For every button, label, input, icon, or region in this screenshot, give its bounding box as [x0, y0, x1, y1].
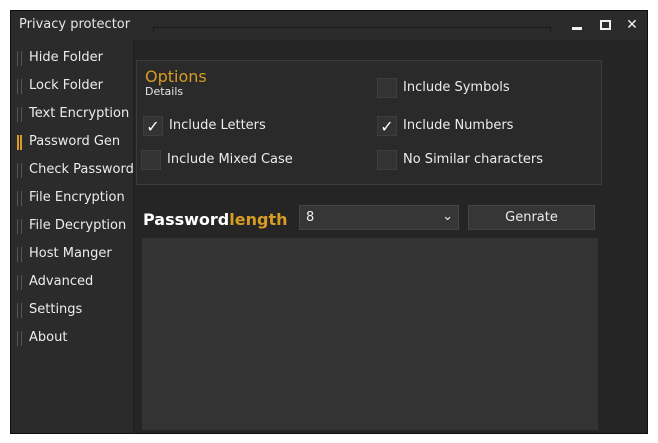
title-bar-decoration	[153, 27, 551, 33]
sidebar-item-label: Text Encryption	[29, 106, 130, 121]
sidebar-item-label: Settings	[29, 302, 83, 317]
options-group: Options Details ✓ Include Letters Includ…	[136, 60, 602, 185]
password-length-label: Passwordlength	[143, 210, 287, 229]
password-length-label-part2: length	[229, 210, 288, 229]
nav-indicator-icon	[17, 163, 22, 178]
checkmark-icon: ✓	[143, 116, 163, 136]
sidebar-item-label: Advanced	[29, 274, 94, 289]
password-length-select[interactable]: 8 ⌄	[299, 205, 459, 230]
sidebar-item-label: About	[29, 330, 68, 345]
sidebar-item-label: Host Manger	[29, 246, 112, 261]
no-similar-characters-label: No Similar characters	[403, 152, 544, 167]
close-icon[interactable]: ✕	[623, 16, 641, 34]
nav-indicator-icon	[17, 219, 22, 234]
checkbox-box	[377, 150, 397, 170]
generate-button[interactable]: Genrate	[468, 205, 595, 230]
include-letters-label: Include Letters	[169, 118, 266, 133]
nav-indicator-icon	[17, 135, 22, 150]
checkbox-box	[377, 78, 397, 98]
sidebar-item-lock-folder[interactable]: Lock Folder	[11, 72, 133, 100]
include-numbers-label: Include Numbers	[403, 118, 514, 133]
nav-indicator-icon	[17, 303, 22, 318]
title-bar[interactable]: Privacy protector ✕	[11, 11, 647, 40]
window-title: Privacy protector	[19, 17, 131, 32]
options-title: Options	[145, 67, 207, 86]
sidebar-item-label: Password Gen	[29, 134, 121, 149]
sidebar-item-label: Hide Folder	[29, 50, 103, 65]
app-window: Privacy protector ✕ Hide Folder Lock Fol…	[10, 10, 648, 434]
sidebar-item-file-decryption[interactable]: File Decryption	[11, 212, 133, 240]
checkmark-icon: ✓	[377, 116, 397, 136]
nav-indicator-icon	[17, 331, 22, 346]
sidebar-item-label: File Decryption	[29, 218, 127, 233]
password-gen-panel: Options Details ✓ Include Letters Includ…	[134, 40, 647, 433]
include-mixed-case-label: Include Mixed Case	[167, 152, 293, 167]
chevron-down-icon[interactable]: ⌄	[442, 209, 453, 224]
sidebar-item-label: File Encryption	[29, 190, 125, 205]
sidebar-item-settings[interactable]: Settings	[11, 296, 133, 324]
nav-indicator-icon	[17, 107, 22, 122]
include-symbols-label: Include Symbols	[403, 80, 510, 95]
sidebar-item-check-password[interactable]: Check Password	[11, 156, 133, 184]
sidebar-item-label: Lock Folder	[29, 78, 103, 93]
sidebar: Hide Folder Lock Folder Text Encryption …	[11, 40, 134, 433]
sidebar-item-advanced[interactable]: Advanced	[11, 268, 133, 296]
nav-indicator-icon	[17, 191, 22, 206]
options-subtitle: Details	[145, 85, 184, 98]
nav-indicator-icon	[17, 247, 22, 262]
sidebar-item-password-gen[interactable]: Password Gen	[11, 128, 133, 156]
minimize-icon[interactable]	[568, 16, 586, 34]
sidebar-item-hide-folder[interactable]: Hide Folder	[11, 44, 133, 72]
password-length-label-part1: Password	[143, 210, 230, 229]
checkbox-box	[141, 150, 161, 170]
generated-password-output[interactable]	[142, 238, 598, 430]
nav-indicator-icon	[17, 79, 22, 94]
sidebar-item-text-encryption[interactable]: Text Encryption	[11, 100, 133, 128]
sidebar-item-file-encryption[interactable]: File Encryption	[11, 184, 133, 212]
sidebar-item-label: Check Password	[29, 162, 134, 177]
nav-indicator-icon	[17, 275, 22, 290]
nav-indicator-icon	[17, 51, 22, 66]
maximize-icon[interactable]	[596, 16, 614, 34]
password-length-value: 8	[306, 210, 315, 225]
sidebar-item-host-manger[interactable]: Host Manger	[11, 240, 133, 268]
sidebar-item-about[interactable]: About	[11, 324, 133, 352]
